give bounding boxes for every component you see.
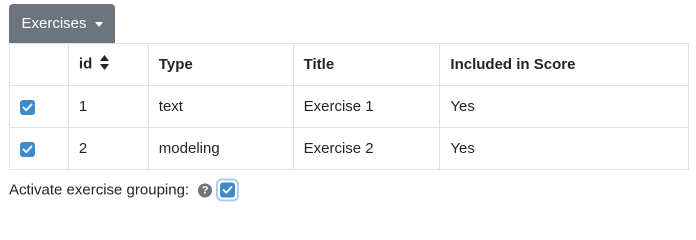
header-type: Type bbox=[147, 43, 294, 86]
exercise-grouping-checkbox-focus bbox=[218, 181, 237, 200]
row-checkbox[interactable] bbox=[20, 141, 35, 157]
row-select-cell bbox=[9, 127, 69, 170]
header-included-label: Included in Score bbox=[450, 56, 576, 73]
header-select bbox=[9, 43, 69, 86]
header-title: Title bbox=[292, 43, 441, 86]
cell-title: Exercise 1 bbox=[292, 85, 441, 128]
header-type-label: Type bbox=[158, 56, 193, 73]
exercises-table: id Type Title Included in Score 1 text E… bbox=[9, 43, 689, 170]
cell-included: Yes bbox=[439, 127, 689, 170]
cell-id: 2 bbox=[67, 127, 149, 170]
table-row: 1 text Exercise 1 Yes bbox=[9, 85, 689, 128]
header-id[interactable]: id bbox=[67, 43, 149, 86]
cell-type: text bbox=[147, 85, 294, 128]
cell-id: 1 bbox=[67, 85, 149, 128]
header-title-label: Title bbox=[303, 56, 335, 73]
checkmark-icon bbox=[222, 186, 233, 194]
table-row: 2 modeling Exercise 2 Yes bbox=[9, 127, 689, 170]
sort-icon[interactable] bbox=[100, 55, 110, 74]
table-header-row: id Type Title Included in Score bbox=[9, 43, 689, 86]
row-checkbox[interactable] bbox=[20, 99, 35, 115]
question-circle-icon[interactable]: ? bbox=[198, 183, 213, 197]
exercise-grouping-row: Activate exercise grouping: ? bbox=[9, 181, 237, 200]
caret-down-icon bbox=[94, 21, 103, 27]
checkmark-icon bbox=[22, 103, 33, 111]
exercises-dropdown-label: Exercises bbox=[21, 15, 87, 32]
exercise-grouping-checkbox[interactable] bbox=[220, 182, 236, 198]
cell-type: modeling bbox=[147, 127, 294, 170]
exercise-grouping-label: Activate exercise grouping: bbox=[9, 181, 190, 199]
header-id-label: id bbox=[78, 55, 93, 73]
row-select-cell bbox=[9, 85, 69, 128]
exercises-dropdown-button[interactable]: Exercises bbox=[9, 4, 115, 43]
header-included: Included in Score bbox=[439, 43, 689, 86]
checkmark-icon bbox=[22, 145, 33, 153]
cell-included: Yes bbox=[439, 85, 689, 128]
cell-title: Exercise 2 bbox=[292, 127, 441, 170]
